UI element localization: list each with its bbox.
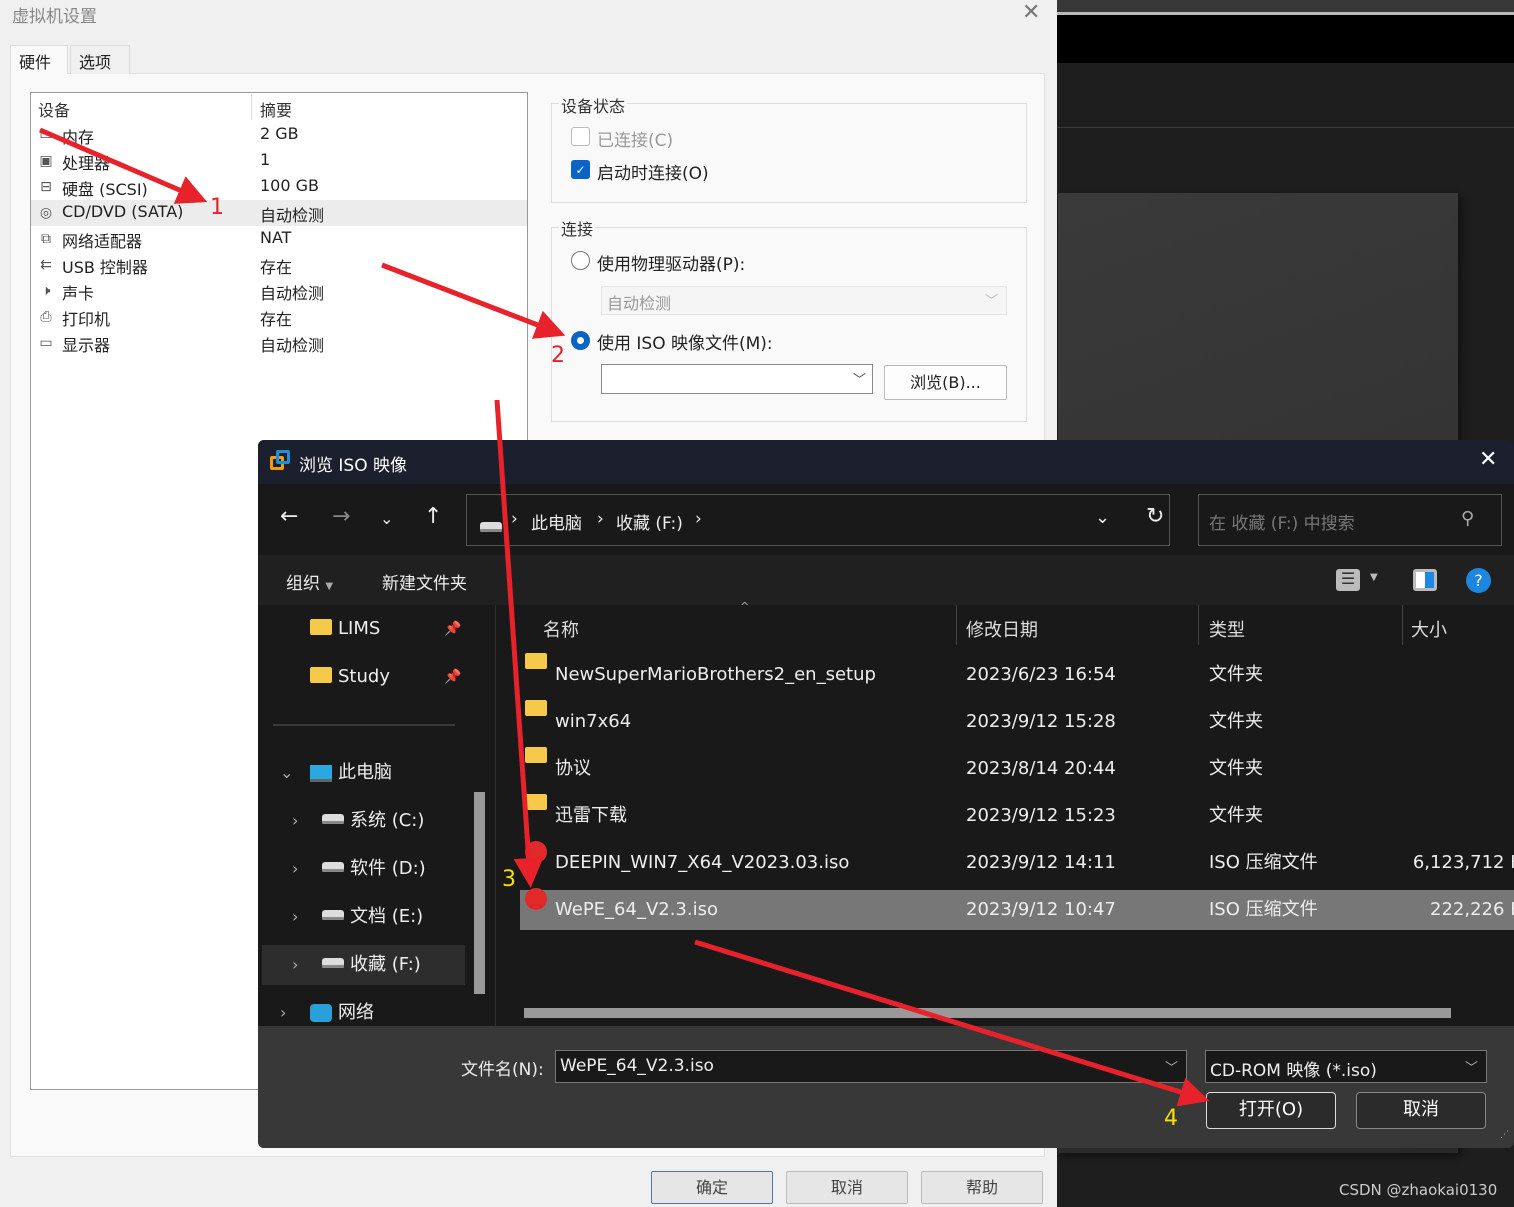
annotation-arrow-1: [39, 127, 208, 204]
annotation-arrow-2: [381, 262, 566, 339]
watermark: CSDN @zhaokai0130: [1339, 1181, 1498, 1199]
annotation-label-3: 3: [502, 867, 516, 892]
annotation-arrows: [39, 127, 1210, 1107]
annotation-label-1: 1: [210, 195, 224, 220]
annotation-label-2: 2: [551, 343, 565, 368]
annotation-arrow-3: [494, 399, 544, 888]
annotation-label-4: 4: [1164, 1106, 1178, 1131]
annotation-arrow-4: [694, 939, 1210, 1107]
